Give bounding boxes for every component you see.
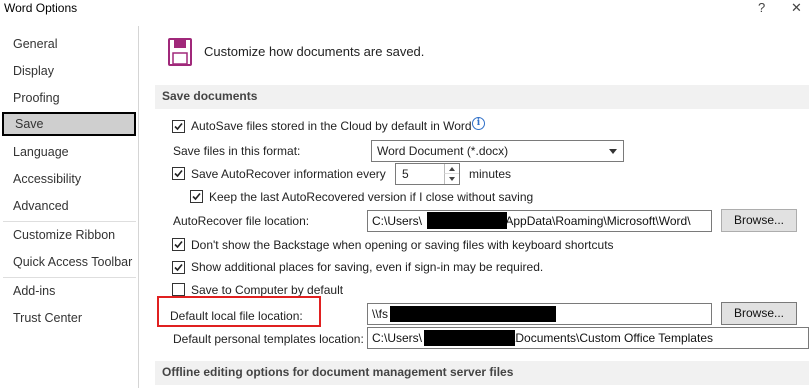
additional-places-label: Show additional places for saving, even … (191, 260, 544, 274)
redaction-bar (390, 306, 556, 322)
save-format-dropdown[interactable]: Word Document (*.docx) (371, 140, 624, 162)
autorecover-location-label: AutoRecover file location: (173, 214, 310, 228)
autorecover-label: Save AutoRecover information every (191, 167, 386, 181)
sidebar-item-add-ins[interactable]: Add-ins (0, 279, 138, 303)
sidebar-divider (3, 221, 136, 222)
section-title: Save documents (162, 89, 258, 103)
keep-last-checkbox[interactable] (190, 190, 203, 203)
browse-autorecover-button[interactable]: Browse... (721, 209, 797, 232)
redaction-bar (424, 330, 515, 346)
save-to-computer-label: Save to Computer by default (191, 283, 344, 297)
autosave-cloud-checkbox[interactable] (172, 120, 185, 133)
autorecover-minutes-stepper[interactable]: 5 (395, 163, 460, 185)
autorecover-checkbox[interactable] (172, 167, 185, 180)
save-floppy-icon (168, 38, 192, 66)
section-save-documents: Save documents (155, 85, 809, 109)
sidebar-item-language[interactable]: Language (0, 140, 138, 164)
path-prefix: C:\Users\ (372, 214, 423, 228)
backstage-checkbox[interactable] (172, 238, 185, 251)
spin-down-icon[interactable] (444, 174, 459, 184)
templates-location-label: Default personal templates location: (173, 332, 364, 346)
sidebar-item-quick-access-toolbar[interactable]: Quick Access Toolbar (0, 250, 138, 274)
section-offline-editing: Offline editing options for document man… (155, 361, 809, 385)
spin-up-icon[interactable] (444, 164, 459, 174)
sidebar-item-advanced[interactable]: Advanced (0, 194, 138, 218)
chevron-down-icon (609, 149, 617, 154)
check-icon (174, 263, 183, 272)
close-button[interactable]: ✕ (791, 0, 802, 16)
save-format-label: Save files in this format: (173, 144, 301, 158)
sidebar-divider (3, 277, 136, 278)
section-title: Offline editing options for document man… (162, 365, 514, 379)
check-icon (174, 169, 183, 178)
check-icon (174, 122, 183, 131)
path-suffix: \AppData\Roaming\Microsoft\Word\ (502, 214, 691, 228)
page-title: Customize how documents are saved. (204, 44, 425, 59)
redaction-bar (427, 212, 507, 229)
help-button[interactable]: ? (758, 0, 765, 15)
options-sidebar: General Display Proofing Save Language A… (0, 26, 139, 388)
check-icon (192, 192, 201, 201)
path-prefix: C:\Users\ (372, 331, 423, 345)
sidebar-item-trust-center[interactable]: Trust Center (0, 306, 138, 330)
sidebar-item-general[interactable]: General (0, 32, 138, 56)
sidebar-item-customize-ribbon[interactable]: Customize Ribbon (0, 223, 138, 247)
path-suffix: \Documents\Custom Office Templates (512, 331, 713, 345)
sidebar-item-save[interactable]: Save (2, 112, 136, 136)
info-icon[interactable]: i (472, 117, 485, 130)
additional-places-checkbox[interactable] (172, 261, 185, 274)
save-to-computer-checkbox[interactable] (172, 283, 185, 296)
autorecover-minutes-value: 5 (402, 167, 409, 181)
sidebar-item-accessibility[interactable]: Accessibility (0, 167, 138, 191)
check-icon (174, 240, 183, 249)
backstage-label: Don't show the Backstage when opening or… (191, 238, 614, 252)
save-format-value: Word Document (*.docx) (377, 144, 509, 158)
keep-last-label: Keep the last AutoRecovered version if I… (209, 190, 534, 204)
path-prefix: \\fs (372, 307, 389, 321)
autorecover-location-field[interactable]: C:\Users\ \AppData\Roaming\Microsoft\Word… (367, 210, 712, 232)
window-title: Word Options (4, 1, 78, 15)
default-local-label: Default local file location: (170, 309, 303, 323)
autosave-cloud-label: AutoSave files stored in the Cloud by de… (191, 119, 472, 133)
sidebar-item-display[interactable]: Display (0, 59, 138, 83)
autorecover-unit: minutes (469, 167, 512, 181)
title-bar: Word Options ? ✕ (0, 0, 809, 22)
sidebar-item-proofing[interactable]: Proofing (0, 86, 138, 110)
browse-default-local-button[interactable]: Browse... (721, 302, 797, 325)
